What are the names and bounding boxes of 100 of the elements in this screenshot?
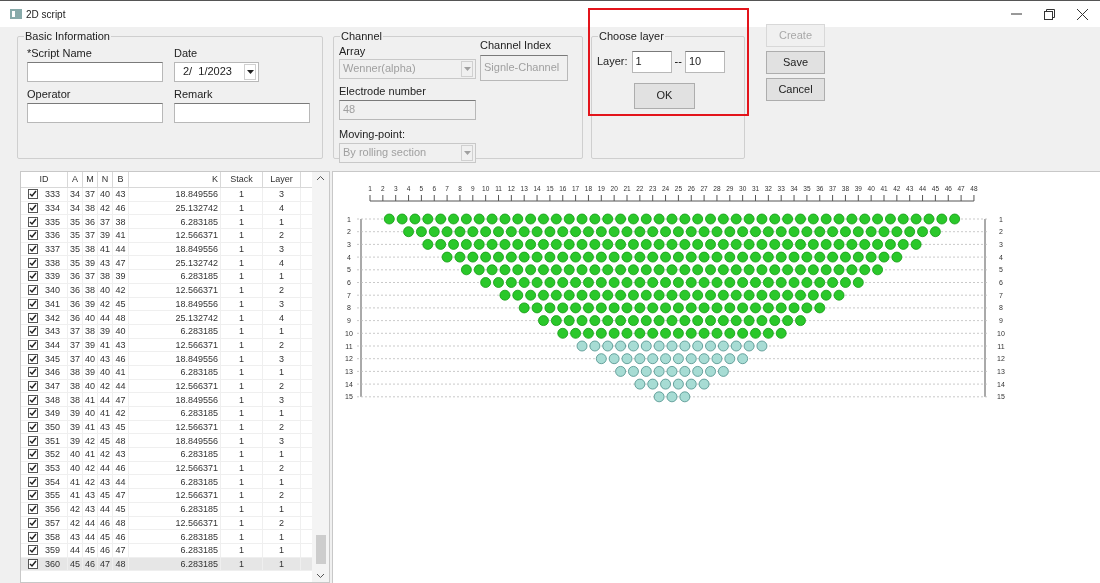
table-row[interactable]: 333 34 37 40 43 18.849556 1 3 <box>21 188 313 202</box>
table-row[interactable]: 348 38 41 44 47 18.849556 1 3 <box>21 393 313 407</box>
table-row[interactable]: 345 37 40 43 46 18.849556 1 3 <box>21 352 313 366</box>
table-cell: 43 <box>100 421 110 434</box>
row-checkbox[interactable] <box>28 312 38 323</box>
table-cell: 1 <box>239 243 244 256</box>
row-checkbox[interactable] <box>28 517 38 528</box>
table-cell: 38 <box>85 284 95 297</box>
row-checkbox[interactable] <box>28 463 38 474</box>
table-row[interactable]: 343 37 38 39 40 6.283185 1 1 <box>21 324 313 339</box>
table-cell: 340 <box>45 284 60 297</box>
table-row[interactable]: 338 35 39 43 47 25.132742 1 4 <box>21 256 313 271</box>
table-row[interactable]: 334 34 38 42 46 25.132742 1 4 <box>21 201 313 216</box>
scrollbar-thumb[interactable] <box>315 535 326 564</box>
column-header[interactable]: B <box>113 172 129 187</box>
table-cell: 1 <box>279 448 284 461</box>
table-row[interactable]: 337 35 38 41 44 18.849556 1 3 <box>21 242 313 257</box>
table-row[interactable]: 335 35 36 37 38 6.283185 1 1 <box>21 215 313 230</box>
column-header[interactable]: ID <box>21 172 68 187</box>
table-row[interactable]: 346 38 39 40 41 6.283185 1 1 <box>21 365 313 380</box>
row-checkbox[interactable] <box>28 545 38 556</box>
row-checkbox[interactable] <box>28 449 38 460</box>
table-row[interactable]: 359 44 45 46 47 6.283185 1 1 <box>21 543 313 558</box>
column-header[interactable]: M <box>83 172 98 187</box>
table-row[interactable]: 351 39 42 45 48 18.849556 1 3 <box>21 434 313 449</box>
date-picker[interactable]: 2/ 1/2023 <box>174 61 259 82</box>
table-cell: 1 <box>239 188 244 201</box>
table-row[interactable]: 355 41 43 45 47 12.566371 1 2 <box>21 489 313 503</box>
column-header[interactable]: N <box>98 172 113 187</box>
table-row[interactable]: 347 38 40 42 44 12.566371 1 2 <box>21 379 313 394</box>
row-checkbox[interactable] <box>28 339 38 350</box>
row-checkbox[interactable] <box>28 422 38 433</box>
table-row[interactable]: 341 36 39 42 45 18.849556 1 3 <box>21 297 313 312</box>
row-checkbox[interactable] <box>28 435 38 446</box>
table-row[interactable]: 340 36 38 40 42 12.566371 1 2 <box>21 283 313 298</box>
row-checkbox[interactable] <box>28 203 38 214</box>
window-title: 2D script <box>26 7 66 22</box>
table-cell: 43 <box>100 475 110 488</box>
table-row[interactable]: 352 40 41 42 43 6.283185 1 1 <box>21 448 313 462</box>
table-cell: 37 <box>70 352 80 365</box>
table-row[interactable]: 344 37 39 41 43 12.566371 1 2 <box>21 338 313 353</box>
ok-button[interactable]: OK <box>634 82 695 109</box>
column-header[interactable]: Layer <box>263 172 301 187</box>
row-checkbox[interactable] <box>28 257 38 268</box>
table-cell: 341 <box>45 297 60 310</box>
scroll-up-icon[interactable] <box>317 176 325 180</box>
input-field[interactable] <box>27 102 163 123</box>
table-cell: 2 <box>279 421 284 434</box>
row-checkbox[interactable] <box>28 504 38 515</box>
table-cell: 38 <box>100 270 110 283</box>
table-row[interactable]: 350 39 41 43 45 12.566371 1 2 <box>21 420 313 435</box>
table-cell: 1 <box>279 530 284 543</box>
restore-icon[interactable] <box>1044 8 1055 20</box>
table-cell: 47 <box>115 393 126 406</box>
table-cell: 41 <box>70 475 80 488</box>
row-checkbox[interactable] <box>28 216 38 227</box>
input-field[interactable] <box>27 61 163 82</box>
row-checkbox[interactable] <box>28 271 38 282</box>
row-checkbox[interactable] <box>28 367 38 378</box>
table-row[interactable]: 354 41 42 43 44 6.283185 1 1 <box>21 475 313 490</box>
column-header[interactable]: Stack <box>221 172 263 187</box>
scroll-down-icon[interactable] <box>317 574 325 578</box>
row-checkbox[interactable] <box>28 380 38 391</box>
row-checkbox[interactable] <box>28 558 38 569</box>
row-checkbox[interactable] <box>28 394 38 405</box>
row-checkbox[interactable] <box>28 189 38 200</box>
input-field[interactable]: 1 <box>631 50 672 73</box>
row-checkbox[interactable] <box>28 326 38 337</box>
row-checkbox[interactable] <box>28 244 38 255</box>
column-header[interactable]: A <box>68 172 83 187</box>
table-cell: 41 <box>100 338 110 351</box>
table-cell: 1 <box>239 229 244 242</box>
column-header[interactable]: K <box>129 172 221 187</box>
row-checkbox[interactable] <box>28 490 38 501</box>
table-cell: 48 <box>115 516 126 529</box>
table-row[interactable]: 358 43 44 45 46 6.283185 1 1 <box>21 530 313 544</box>
close-icon[interactable] <box>1077 8 1088 20</box>
table-cell: 39 <box>115 270 126 283</box>
table-cell: 44 <box>85 516 95 529</box>
table-row[interactable]: 342 36 40 44 48 25.132742 1 4 <box>21 311 313 325</box>
table-cell: 356 <box>45 503 60 516</box>
input-field[interactable] <box>174 102 310 123</box>
input-field[interactable]: 10 <box>684 50 725 73</box>
row-checkbox[interactable] <box>28 298 38 309</box>
scrollbar[interactable] <box>312 172 329 582</box>
table-row[interactable]: 356 42 43 44 45 6.283185 1 1 <box>21 502 313 517</box>
row-checkbox[interactable] <box>28 230 38 241</box>
row-checkbox[interactable] <box>28 476 38 487</box>
row-checkbox[interactable] <box>28 531 38 542</box>
table-row[interactable]: 349 39 40 41 42 6.283185 1 1 <box>21 407 313 421</box>
table-row[interactable]: 353 40 42 44 46 12.566371 1 2 <box>21 461 313 476</box>
row-checkbox[interactable] <box>28 353 38 364</box>
action-button[interactable]: Save <box>766 51 825 74</box>
table-row[interactable]: 339 36 37 38 39 6.283185 1 1 <box>21 270 313 284</box>
row-checkbox[interactable] <box>28 285 38 296</box>
row-checkbox[interactable] <box>28 408 38 419</box>
table-cell: 1 <box>239 256 244 269</box>
table-row[interactable]: 336 35 37 39 41 12.566371 1 2 <box>21 229 313 243</box>
action-button[interactable]: Cancel <box>766 78 825 101</box>
table-row[interactable]: 357 42 44 46 48 12.566371 1 2 <box>21 516 313 531</box>
